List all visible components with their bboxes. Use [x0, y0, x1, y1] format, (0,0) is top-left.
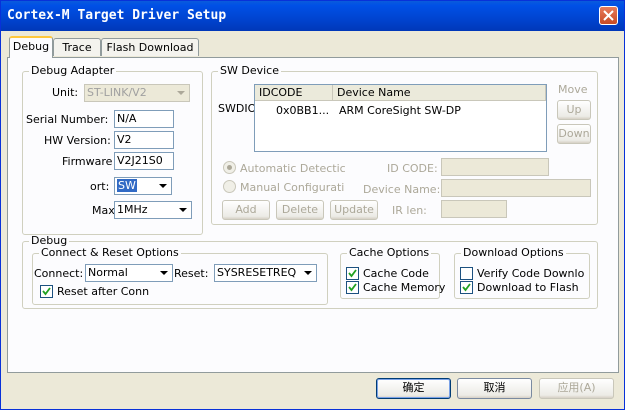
move-label: Move: [558, 83, 588, 96]
max-clock-combo[interactable]: 1MHz: [114, 201, 192, 219]
max-clock-dropdown-arrow: [175, 202, 191, 218]
title-bar[interactable]: Cortex-M Target Driver Setup: [1, 1, 624, 31]
port-combo[interactable]: SW: [114, 177, 172, 195]
row-idcode: 0x0BB1...: [276, 104, 330, 117]
verify-code-download-checkbox[interactable]: [460, 267, 473, 280]
reset-dropdown-arrow: [300, 265, 316, 281]
reset-label: Reset:: [174, 267, 209, 280]
device-name-field[interactable]: [441, 179, 591, 197]
cache-memory-checkbox[interactable]: [346, 281, 359, 294]
port-label: ort:: [90, 180, 110, 193]
move-up-button[interactable]: Up: [557, 100, 591, 120]
port-value: SW: [117, 179, 137, 192]
serial-number-field: N/A: [114, 110, 174, 128]
chevron-down-icon: [177, 91, 185, 95]
column-header-device-name[interactable]: Device Name: [333, 85, 546, 101]
update-button[interactable]: Update: [330, 200, 378, 220]
unit-value: ST-LINK/V2: [87, 86, 147, 99]
chevron-down-icon: [159, 184, 167, 188]
chevron-down-icon: [160, 271, 168, 275]
column-header-idcode[interactable]: IDCODE: [255, 85, 333, 101]
reset-combo[interactable]: SYSRESETREQ: [214, 264, 317, 282]
cancel-button[interactable]: 取消: [457, 378, 532, 399]
sw-device-group-label: SW Device: [218, 64, 281, 77]
checkmark-icon: [462, 283, 471, 292]
close-button[interactable]: [599, 6, 618, 25]
port-dropdown-arrow: [155, 178, 171, 194]
firmware-field: V2J21S0: [114, 152, 174, 170]
connect-combo[interactable]: Normal: [85, 264, 173, 282]
verify-code-download-label: Verify Code Downlo: [477, 267, 585, 280]
tab-debug[interactable]: Debug: [9, 36, 53, 58]
swdio-label: SWDIO: [218, 102, 257, 115]
sw-device-list[interactable]: IDCODE Device Name 0x0BB1... ARM CoreSig…: [254, 84, 547, 152]
hw-version-label: HW Version:: [44, 134, 111, 147]
serial-number-label: Serial Number:: [26, 113, 109, 126]
list-item[interactable]: 0x0BB1... ARM CoreSight SW-DP: [255, 102, 546, 118]
tab-panel-debug: Debug Adapter Unit: ST-LINK/V2 Serial Nu…: [7, 57, 619, 373]
hw-version-field: V2: [114, 131, 174, 149]
connect-reset-group-label: Connect & Reset Options: [39, 246, 181, 259]
automatic-detection-label: Automatic Detectic: [240, 162, 346, 175]
debug-adapter-group-label: Debug Adapter: [29, 64, 117, 77]
delete-button[interactable]: Delete: [276, 200, 324, 220]
checkmark-icon: [348, 269, 357, 278]
manual-configuration-label: Manual Configurati: [240, 181, 345, 194]
download-to-flash-checkbox[interactable]: [460, 281, 473, 294]
apply-button[interactable]: 应用(A): [539, 378, 614, 399]
ir-len-field[interactable]: [441, 200, 507, 218]
cache-code-label: Cache Code: [363, 267, 429, 280]
connect-dropdown-arrow: [156, 265, 172, 281]
chevron-down-icon: [179, 208, 187, 212]
connect-value: Normal: [88, 266, 128, 279]
close-icon: [603, 10, 614, 21]
unit-label: Unit:: [52, 86, 79, 99]
reset-value: SYSRESETREQ: [217, 266, 297, 279]
ir-len-label: IR len:: [392, 204, 427, 217]
reset-after-connect-label: Reset after Conn: [57, 285, 150, 298]
move-down-button[interactable]: Down: [557, 124, 591, 144]
manual-configuration-radio[interactable]: [223, 180, 236, 193]
id-code-label: ID CODE:: [387, 162, 438, 175]
download-to-flash-label: Download to Flash: [477, 281, 579, 294]
download-options-group-label: Download Options: [461, 246, 566, 259]
unit-dropdown-arrow: [173, 85, 189, 101]
checkmark-icon: [348, 283, 357, 292]
automatic-detection-radio[interactable]: [223, 161, 236, 174]
tab-flash-download[interactable]: Flash Download: [101, 38, 199, 56]
chevron-down-icon: [304, 271, 312, 275]
cache-code-checkbox[interactable]: [346, 267, 359, 280]
row-device-name: ARM CoreSight SW-DP: [339, 104, 461, 117]
dialog-window: Cortex-M Target Driver Setup Debug Trace…: [0, 0, 625, 410]
id-code-field[interactable]: [441, 158, 549, 176]
max-clock-label: Max: [92, 204, 115, 217]
tab-trace[interactable]: Trace: [53, 38, 101, 56]
window-title: Cortex-M Target Driver Setup: [7, 8, 227, 23]
cache-options-group-label: Cache Options: [347, 246, 432, 259]
reset-after-connect-checkbox[interactable]: [40, 285, 53, 298]
max-clock-value: 1MHz: [117, 203, 148, 216]
firmware-label: Firmware: [62, 155, 113, 168]
device-name-label: Device Name:: [363, 183, 441, 196]
checkmark-icon: [42, 287, 51, 296]
cache-memory-label: Cache Memory: [363, 281, 446, 294]
ok-button[interactable]: 确定: [376, 378, 451, 399]
connect-label: Connect:: [34, 267, 84, 280]
unit-combo[interactable]: ST-LINK/V2: [84, 84, 190, 102]
add-button[interactable]: Add: [222, 200, 270, 220]
